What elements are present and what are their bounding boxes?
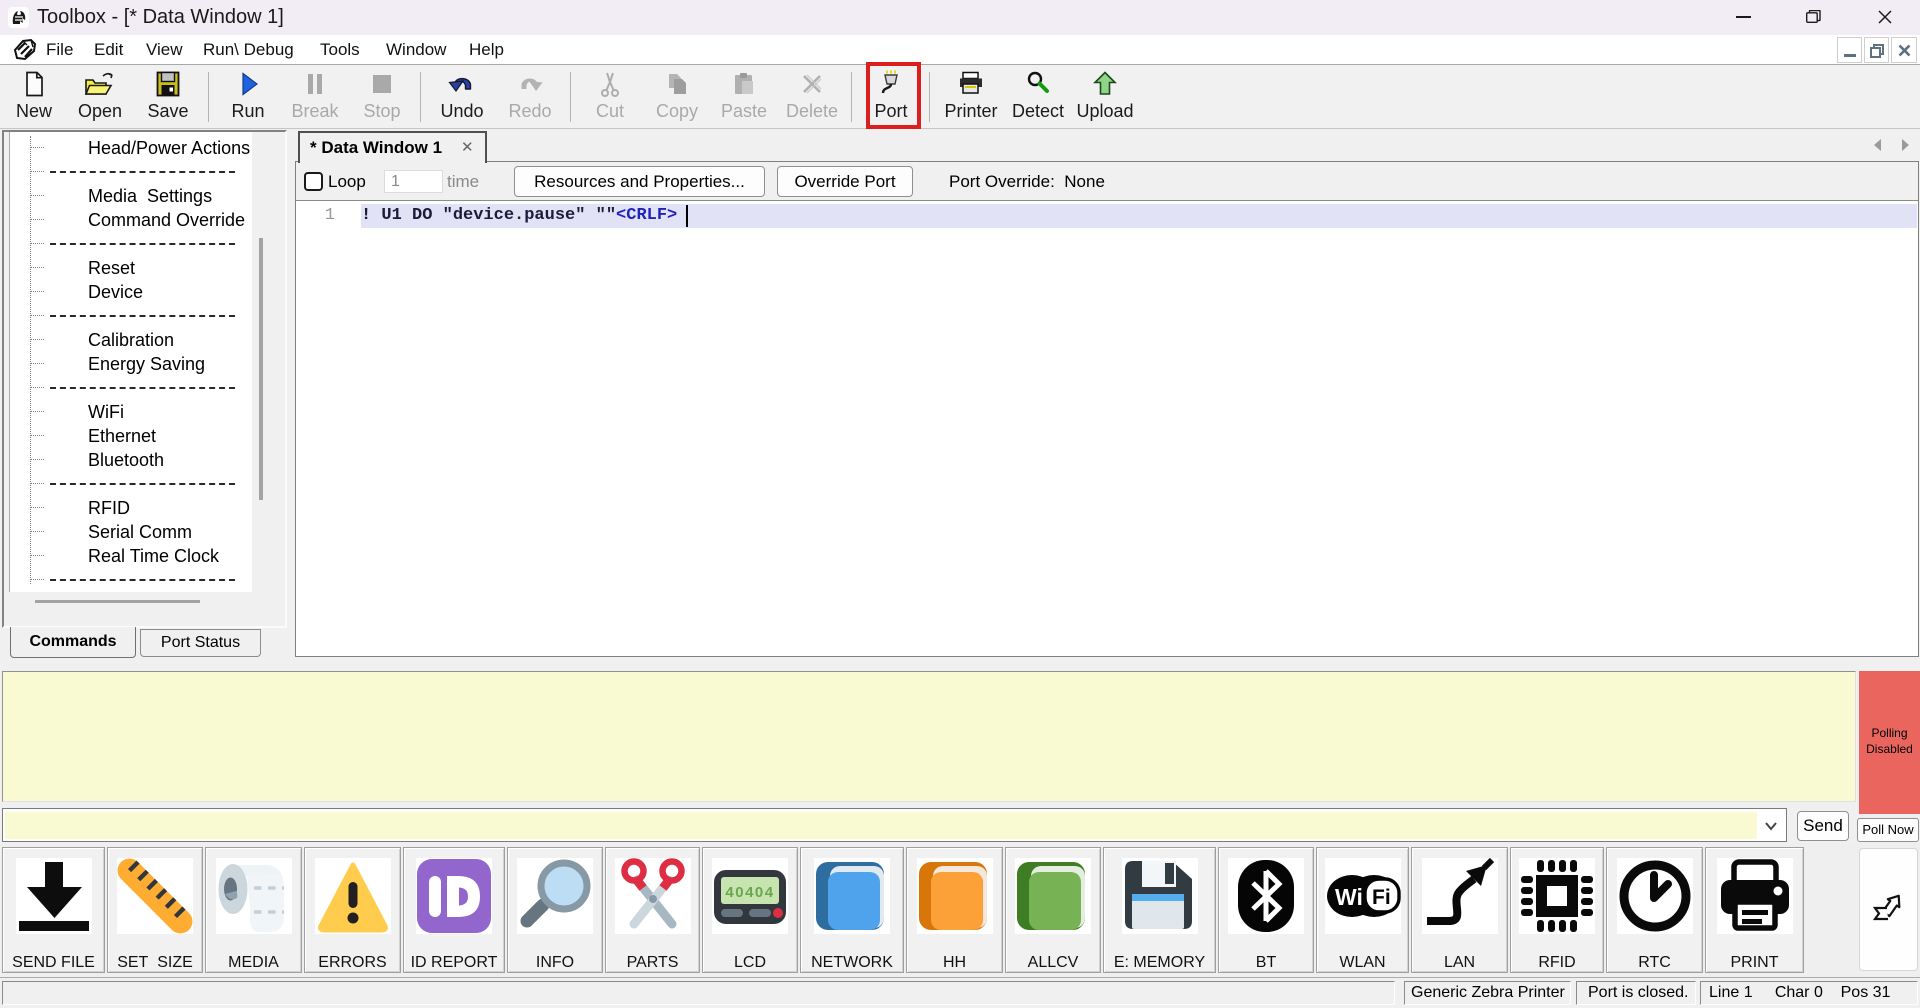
svg-text:Wi: Wi [1335, 884, 1363, 910]
svg-text:Fi: Fi [1372, 886, 1391, 909]
svg-text:40404: 40404 [725, 884, 774, 901]
